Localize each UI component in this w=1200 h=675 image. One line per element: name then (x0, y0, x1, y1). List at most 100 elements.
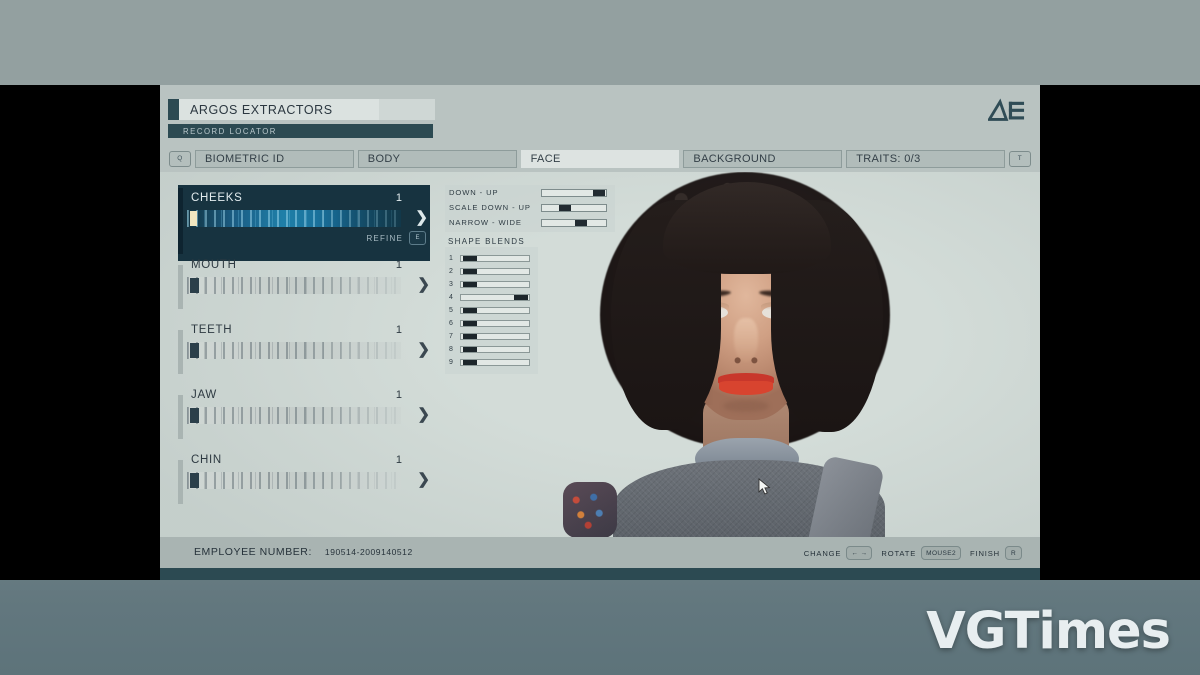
shape-blend-row[interactable]: 2 (449, 265, 533, 278)
shape-blend-index: 6 (449, 320, 453, 327)
category-chevron-right-icon[interactable]: ❯ (417, 472, 430, 487)
tab-face[interactable]: FACE (520, 149, 680, 168)
shape-blend-track[interactable] (460, 333, 530, 340)
subtitle-label: RECORD LOCATOR (183, 126, 277, 136)
shape-blend-handle[interactable] (463, 347, 478, 352)
next-section-keycap[interactable]: T (1008, 150, 1031, 167)
shape-blend-row[interactable]: 9 (449, 356, 533, 369)
record-locator-plate: RECORD LOCATOR (174, 124, 433, 138)
category-slider-chin[interactable] (187, 472, 401, 489)
letterbox-right (1040, 85, 1200, 580)
category-cheeks[interactable]: CHEEKS 1 REFINE E ❯ (178, 185, 430, 261)
axis-handle[interactable] (558, 204, 571, 211)
vgtimes-watermark: VGTimes (926, 602, 1171, 661)
category-name-teeth: TEETH (191, 324, 233, 336)
title-tab-marker (168, 99, 179, 120)
axis-track[interactable] (541, 218, 607, 227)
shape-blend-handle[interactable] (463, 282, 478, 287)
shape-blend-track[interactable] (460, 294, 530, 301)
hint-label: CHANGE (803, 548, 842, 558)
hint-rotate[interactable]: ROTATE MOUSE2 (881, 546, 961, 560)
hint-keycap-r[interactable]: R (1005, 546, 1022, 560)
category-slider-jaw[interactable] (187, 407, 401, 424)
category-chevron-right-icon[interactable]: ❯ (415, 210, 428, 225)
shape-blend-row[interactable]: 4 (449, 291, 533, 304)
shape-blend-handle[interactable] (463, 256, 478, 261)
category-chevron-right-icon[interactable]: ❯ (417, 277, 430, 292)
shape-blend-row[interactable]: 3 (449, 278, 533, 291)
category-mouth[interactable]: MOUTH 1 ❯ (178, 255, 430, 320)
shape-blend-index: 5 (449, 307, 453, 314)
category-accent-bar (178, 330, 183, 374)
page-title: ARGOS EXTRACTORS (190, 102, 333, 117)
axis-handle[interactable] (592, 189, 605, 196)
shape-blend-handle[interactable] (463, 360, 478, 365)
category-chevron-right-icon[interactable]: ❯ (417, 342, 430, 357)
axis-track[interactable] (541, 203, 607, 212)
shape-blend-row[interactable]: 7 (449, 330, 533, 343)
category-name-mouth: MOUTH (191, 259, 237, 271)
hint-finish[interactable]: FINISH R (970, 546, 1022, 560)
category-chevron-right-icon[interactable]: ❯ (417, 407, 430, 422)
refine-keycap[interactable]: E (409, 231, 426, 245)
category-value-chin: 1 (395, 454, 402, 466)
shape-blend-track[interactable] (460, 255, 530, 262)
hint-label: ROTATE (881, 548, 917, 558)
category-slider-teeth[interactable] (187, 342, 401, 359)
slider-handle[interactable] (190, 408, 200, 423)
tab-background[interactable]: BACKGROUND (683, 149, 843, 168)
category-jaw[interactable]: JAW 1 ❯ (178, 385, 430, 450)
shape-blend-track[interactable] (460, 281, 530, 288)
shape-blend-row[interactable]: 5 (449, 304, 533, 317)
slider-handle[interactable] (190, 278, 200, 293)
axis-slider-down-up[interactable]: DOWN - UP (445, 185, 615, 200)
axis-slider-scale-down-up[interactable]: SCALE DOWN - UP (445, 200, 615, 215)
shape-blend-row[interactable]: 1 (449, 252, 533, 265)
subtitle-row: RECORD LOCATOR (168, 124, 433, 138)
category-chin[interactable]: CHIN 1 ❯ (178, 450, 430, 515)
shape-blend-track[interactable] (460, 307, 530, 314)
axis-slider-narrow-wide[interactable]: NARROW - WIDE (445, 215, 615, 230)
category-teeth[interactable]: TEETH 1 ❯ (178, 320, 430, 385)
slider-handle[interactable] (190, 473, 200, 488)
hint-keycap-mouse2[interactable]: MOUSE2 (921, 546, 961, 560)
tab-traits[interactable]: TRAITS: 0/3 (846, 149, 1005, 168)
axis-handle[interactable] (574, 219, 587, 226)
shape-blend-track[interactable] (460, 268, 530, 275)
employee-number-label: EMPLOYEE NUMBER: (194, 546, 312, 558)
hint-keycap-arrows[interactable]: ← → (846, 546, 873, 560)
window-footer: EMPLOYEE NUMBER: 190514-2009140512 CHANG… (160, 537, 1040, 568)
tab-body[interactable]: BODY (357, 149, 517, 168)
shape-blend-row[interactable]: 6 (449, 317, 533, 330)
shape-blend-handle[interactable] (463, 321, 478, 326)
slider-fade (187, 210, 401, 227)
axis-slider-group: DOWN - UP SCALE DOWN - UP NARROW - WIDE (445, 185, 615, 232)
shape-blend-index: 9 (449, 359, 453, 366)
shape-blend-handle[interactable] (463, 308, 478, 313)
lower-lip (719, 381, 773, 395)
category-accent-bar (178, 188, 183, 254)
section-tab-bar: Q BIOMETRIC ID BODY FACE BACKGROUND TRAI… (160, 145, 1040, 172)
shape-blend-row[interactable]: 8 (449, 343, 533, 356)
screenshot-root: ARGOS EXTRACTORS RECORD LOCATOR Q BIOMET… (0, 0, 1200, 675)
prev-section-keycap[interactable]: Q (169, 150, 191, 167)
shape-blend-track[interactable] (460, 320, 530, 327)
hint-change[interactable]: CHANGE ← → (804, 546, 873, 560)
category-slider-mouth[interactable] (187, 277, 401, 294)
slider-handle[interactable] (190, 211, 198, 226)
axis-label: DOWN - UP (449, 188, 499, 197)
category-slider-cheeks[interactable] (187, 210, 401, 227)
slider-handle[interactable] (190, 343, 200, 358)
shape-blend-track[interactable] (460, 359, 530, 366)
shape-blend-handle[interactable] (514, 295, 529, 300)
shape-blend-track[interactable] (460, 346, 530, 353)
parameter-panel: DOWN - UP SCALE DOWN - UP NARROW - WIDE (445, 185, 615, 529)
employee-number-block: EMPLOYEE NUMBER: 190514-2009140512 (194, 546, 413, 558)
shape-blend-handle[interactable] (463, 334, 478, 339)
shape-blend-handle[interactable] (463, 269, 478, 274)
axis-label: SCALE DOWN - UP (449, 203, 531, 212)
tab-biometric-id[interactable]: BIOMETRIC ID (195, 149, 354, 168)
axis-track[interactable] (541, 188, 607, 197)
refine-label: REFINE (366, 233, 403, 243)
shape-blend-index: 8 (449, 346, 453, 353)
